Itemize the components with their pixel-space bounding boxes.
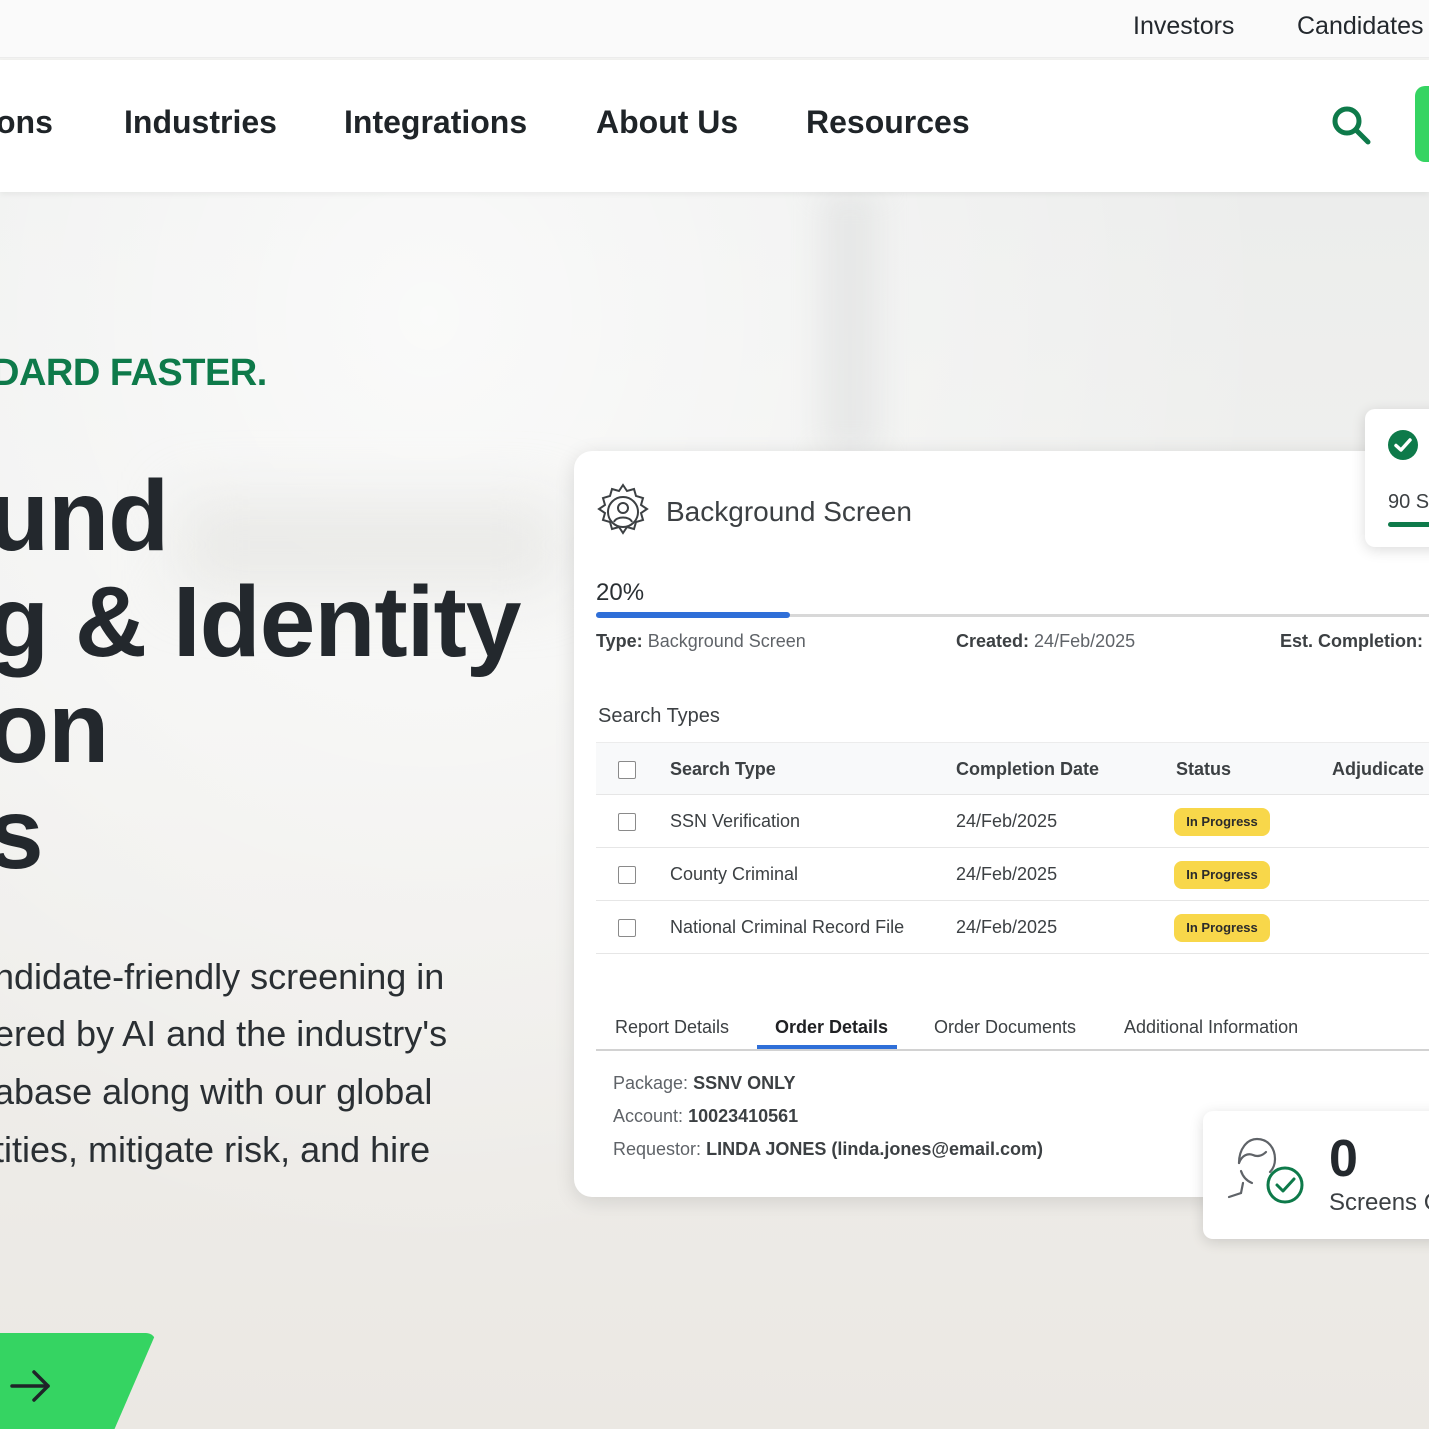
search-types-label: Search Types	[598, 705, 720, 727]
tab-order-documents[interactable]: Order Documents	[934, 1017, 1076, 1038]
body-line: ndidate-friendly screening in	[0, 956, 445, 997]
screens-count: 0	[1329, 1130, 1358, 1188]
table-row[interactable]: National Criminal Record File 24/Feb/202…	[596, 901, 1429, 954]
status-badge: In Progress	[1174, 861, 1270, 889]
row-checkbox[interactable]	[618, 866, 636, 884]
header-adjudicate: Adjudicate	[1332, 759, 1425, 779]
table-row[interactable]: County Criminal 24/Feb/2025 In Progress	[596, 848, 1429, 901]
search-icon[interactable]	[1330, 104, 1372, 146]
detail-tabs: Report Details Order Details Order Docum…	[596, 1009, 1429, 1051]
row-completion-date: 24/Feb/2025	[956, 917, 1058, 937]
meta-est-completion: Est. Completion: U	[1280, 631, 1429, 652]
card-title: Background Screen	[666, 496, 912, 527]
tab-order-details[interactable]: Order Details	[775, 1017, 888, 1038]
progress-fill	[596, 612, 791, 618]
headline-line: s	[0, 778, 44, 890]
row-checkbox[interactable]	[618, 813, 636, 831]
candidates-link[interactable]: Candidates	[1297, 12, 1423, 41]
arrow-right-icon[interactable]	[10, 1366, 54, 1406]
header-status: Status	[1176, 759, 1232, 779]
meta-created-label: Created:	[956, 631, 1030, 651]
nav-integrations[interactable]: Integrations	[344, 104, 527, 141]
meta-created-value: 24/Feb/2025	[1034, 631, 1136, 651]
utility-bar: Investors Candidates	[0, 0, 1429, 58]
investors-link[interactable]: Investors	[1133, 12, 1234, 41]
headline-line: und	[0, 460, 169, 572]
screens-stat-card: 0 Screens C	[1203, 1111, 1429, 1239]
row-completion-date: 24/Feb/2025	[956, 864, 1058, 884]
meta-type: Type: Background Screen	[596, 631, 806, 652]
nav-resources[interactable]: Resources	[806, 104, 970, 141]
nav-industries[interactable]: Industries	[124, 104, 277, 141]
meta-type-label: Type:	[596, 631, 643, 651]
package-label: Package:	[613, 1073, 689, 1093]
active-tab-indicator	[757, 1045, 897, 1049]
requestor-label: Requestor:	[613, 1139, 702, 1159]
account-value: 10023410561	[688, 1106, 799, 1126]
package-value: SSNV ONLY	[693, 1073, 796, 1093]
row-checkbox[interactable]	[618, 919, 636, 937]
body-line: abase along with our global	[0, 1071, 433, 1112]
gear-person-icon	[597, 483, 649, 535]
nav-about-us[interactable]: About Us	[596, 104, 738, 141]
progress-bar	[596, 612, 1429, 618]
status-badge: In Progress	[1174, 914, 1270, 942]
progress-percent: 20%	[596, 579, 645, 606]
tab-report-details[interactable]: Report Details	[615, 1017, 729, 1038]
detail-account: Account: 10023410561	[613, 1106, 798, 1127]
main-nav: ons Industries Integrations About Us Res…	[0, 60, 1429, 192]
tab-additional-information[interactable]: Additional Information	[1124, 1017, 1298, 1038]
meta-type-value: Background Screen	[647, 631, 806, 651]
background-screen-card: Background Screen 20% Type: Background S…	[574, 451, 1429, 1197]
row-search-type: County Criminal	[670, 864, 799, 884]
turnaround-stat-text: 90 S	[1388, 491, 1429, 513]
row-search-type: National Criminal Record File	[670, 917, 905, 937]
body-line: tities, mitigate risk, and hire	[0, 1129, 431, 1170]
table-header-row: Search Type Completion Date Status Adjud…	[596, 742, 1429, 795]
hero-eyebrow: DARD FASTER.	[0, 352, 267, 394]
account-label: Account:	[613, 1106, 684, 1126]
screens-label: Screens C	[1329, 1189, 1429, 1216]
turnaround-stat-card: 90 S	[1365, 409, 1429, 547]
table-row[interactable]: SSN Verification 24/Feb/2025 In Progress	[596, 795, 1429, 848]
verified-person-icon	[1227, 1137, 1304, 1204]
nav-cta-button[interactable]	[1415, 86, 1429, 162]
nav-solutions[interactable]: ons	[0, 104, 53, 141]
header-completion-date: Completion Date	[956, 759, 1100, 779]
check-circle-icon	[1388, 430, 1418, 460]
row-completion-date: 24/Feb/2025	[956, 811, 1058, 831]
status-badge: In Progress	[1174, 808, 1270, 836]
detail-package: Package: SSNV ONLY	[613, 1073, 795, 1094]
body-line: ered by AI and the industry's	[0, 1013, 448, 1054]
row-search-type: SSN Verification	[670, 811, 801, 831]
detail-requestor: Requestor: LINDA JONES (linda.jones@emai…	[613, 1139, 1043, 1160]
headline-line: g & Identity	[0, 566, 521, 678]
select-all-checkbox[interactable]	[618, 761, 636, 779]
header-search-type: Search Type	[670, 759, 776, 779]
turnaround-stat-bar	[1388, 522, 1429, 527]
requestor-value: LINDA JONES (linda.jones@email.com)	[706, 1139, 1044, 1159]
hero-blur	[820, 192, 880, 452]
meta-created: Created: 24/Feb/2025	[956, 631, 1135, 652]
meta-est-label: Est. Completion:	[1280, 631, 1423, 651]
headline-line: on	[0, 672, 109, 784]
